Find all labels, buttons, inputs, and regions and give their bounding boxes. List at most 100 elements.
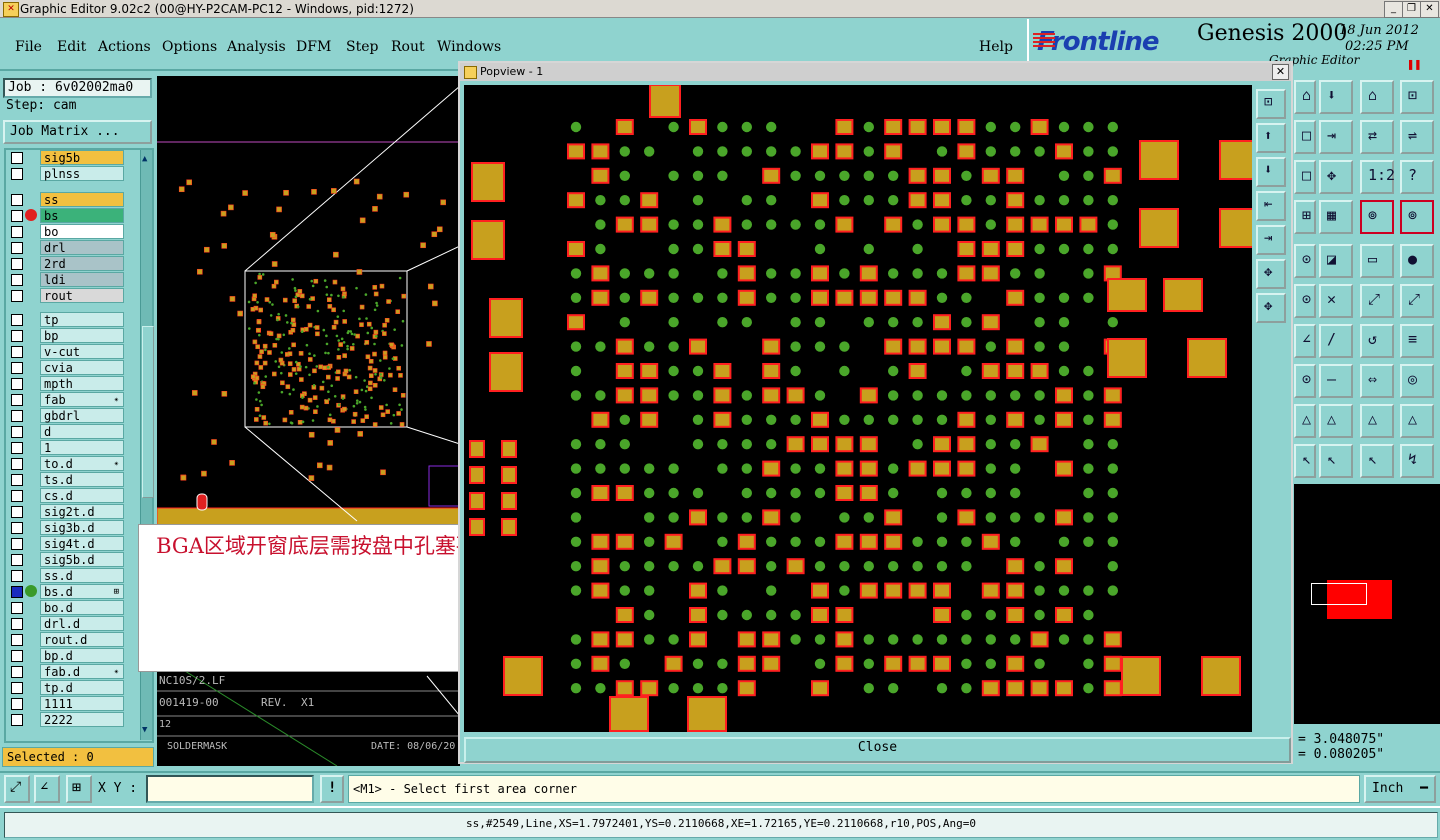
close-window-button[interactable]: ✕ <box>1420 1 1439 18</box>
layer-row[interactable]: bp <box>6 328 126 343</box>
measure-button[interactable]: ∠ <box>34 775 60 803</box>
tool-button[interactable]: ▭ <box>1360 244 1394 278</box>
popview-tool-button[interactable]: ⇤ <box>1256 191 1286 221</box>
layer-name[interactable]: 2222 <box>40 712 124 727</box>
layer-name[interactable]: to.d ✴ <box>40 456 124 471</box>
layer-name[interactable]: sig3b.d <box>40 520 124 535</box>
layer-checkbox[interactable] <box>11 274 23 286</box>
layer-name[interactable]: ss <box>40 192 124 207</box>
layer-name[interactable]: tp.d <box>40 680 124 695</box>
layer-row[interactable]: to.d ✴ <box>6 456 126 471</box>
layer-row[interactable]: plnss <box>6 166 126 181</box>
layer-row[interactable]: drl <box>6 240 126 255</box>
menu-rout[interactable]: Rout <box>391 39 425 55</box>
popview-tool-button[interactable]: ✥ <box>1256 293 1286 323</box>
layer-row[interactable]: ss <box>6 192 126 207</box>
layer-row[interactable]: bo <box>6 224 126 239</box>
layer-name[interactable]: bs.d ⊞ <box>40 584 124 599</box>
layer-checkbox[interactable] <box>11 242 23 254</box>
layer-checkbox[interactable] <box>11 194 23 206</box>
menu-analysis[interactable]: Analysis <box>227 39 286 55</box>
layer-name[interactable]: 1111 <box>40 696 124 711</box>
tool-button[interactable]: ⇄ <box>1360 120 1394 154</box>
xy-input[interactable] <box>146 775 314 803</box>
layer-name[interactable]: ldi <box>40 272 124 287</box>
tool-button[interactable]: ⤢ <box>1400 284 1434 318</box>
layer-checkbox[interactable] <box>11 634 23 646</box>
layer-row[interactable]: ldi <box>6 272 126 287</box>
tool-button[interactable]: △ <box>1294 404 1316 438</box>
layer-name[interactable]: bp.d <box>40 648 124 663</box>
layer-row[interactable]: sig2t.d <box>6 504 126 519</box>
layer-row[interactable]: rout.d <box>6 632 126 647</box>
tool-button[interactable]: 1:2 <box>1360 160 1395 194</box>
tool-button[interactable]: ⊙ <box>1294 244 1316 278</box>
popview-close-button[interactable]: Close <box>464 737 1291 763</box>
layer-name[interactable]: ss.d <box>40 568 124 583</box>
tool-button[interactable]: □ <box>1294 120 1316 154</box>
tool-button[interactable]: □ <box>1294 160 1316 194</box>
layer-checkbox[interactable] <box>11 650 23 662</box>
layer-row[interactable]: ss.d <box>6 568 126 583</box>
layer-name[interactable]: drl.d <box>40 616 124 631</box>
tool-button[interactable]: ● <box>1400 244 1434 278</box>
tool-button[interactable]: ✥ <box>1319 160 1353 194</box>
overview-map[interactable] <box>1294 484 1440 724</box>
layer-checkbox[interactable] <box>11 226 23 238</box>
layer-row[interactable]: cs.d <box>6 488 126 503</box>
layer-row[interactable]: sig5b <box>6 150 126 165</box>
tool-button[interactable]: ⇔ <box>1360 364 1394 398</box>
layer-checkbox[interactable] <box>11 210 23 222</box>
layer-name[interactable]: gbdrl <box>40 408 124 423</box>
layer-name[interactable]: sig2t.d <box>40 504 124 519</box>
tool-button[interactable]: ⊞ <box>1294 200 1316 234</box>
alert-button[interactable]: ! <box>320 775 344 803</box>
layer-checkbox[interactable] <box>11 522 23 534</box>
layer-checkbox[interactable] <box>11 506 23 518</box>
layer-row[interactable]: sig5b.d <box>6 552 126 567</box>
popview-tool-button[interactable]: ⬆ <box>1256 123 1286 153</box>
tool-button[interactable]: ⌂ <box>1360 80 1394 114</box>
layer-name[interactable]: mpth <box>40 376 124 391</box>
layer-checkbox[interactable] <box>11 698 23 710</box>
layer-name[interactable]: v-cut <box>40 344 124 359</box>
layer-row[interactable]: sig4t.d <box>6 536 126 551</box>
layer-name[interactable]: sig5b.d <box>40 552 124 567</box>
tool-button[interactable]: ↖ <box>1294 444 1316 478</box>
menu-options[interactable]: Options <box>162 39 217 55</box>
zoom-area-button[interactable]: ⤢ <box>4 775 30 803</box>
layer-checkbox[interactable] <box>11 330 23 342</box>
layer-checkbox[interactable] <box>11 602 23 614</box>
layer-name[interactable]: drl <box>40 240 124 255</box>
layer-name[interactable]: sig4t.d <box>40 536 124 551</box>
layer-name[interactable]: fab.d ✴ <box>40 664 124 679</box>
menu-actions[interactable]: Actions <box>98 39 151 55</box>
tool-button[interactable]: ✕ <box>1319 284 1353 318</box>
tool-button[interactable]: ≡ <box>1400 324 1434 358</box>
layer-name[interactable]: cs.d <box>40 488 124 503</box>
menu-step[interactable]: Step <box>346 39 378 55</box>
layer-checkbox[interactable] <box>11 538 23 550</box>
tool-button[interactable]: ⬇ <box>1319 80 1353 114</box>
tool-button[interactable]: △ <box>1319 404 1353 438</box>
layer-row[interactable]: drl.d <box>6 616 126 631</box>
layer-checkbox[interactable] <box>11 586 23 598</box>
tool-button[interactable]: ? <box>1400 160 1434 194</box>
layer-checkbox[interactable] <box>11 442 23 454</box>
layer-row[interactable]: gbdrl <box>6 408 126 423</box>
snap-grid-button[interactable]: ⊞ <box>66 775 92 803</box>
layer-row[interactable]: 2rd <box>6 256 126 271</box>
layer-row[interactable]: bp.d <box>6 648 126 663</box>
layer-checkbox[interactable] <box>11 410 23 422</box>
layer-name[interactable]: cvia <box>40 360 124 375</box>
layer-row[interactable]: fab ✴ <box>6 392 126 407</box>
layer-checkbox[interactable] <box>11 682 23 694</box>
layer-name[interactable]: rout.d <box>40 632 124 647</box>
layer-row[interactable]: ts.d <box>6 472 126 487</box>
layer-name[interactable]: bp <box>40 328 124 343</box>
layer-checkbox[interactable] <box>11 314 23 326</box>
tool-button[interactable]: ⊡ <box>1400 80 1434 114</box>
popview-tool-button[interactable]: ⬇ <box>1256 157 1286 187</box>
layer-checkbox[interactable] <box>11 714 23 726</box>
layer-checkbox[interactable] <box>11 458 23 470</box>
